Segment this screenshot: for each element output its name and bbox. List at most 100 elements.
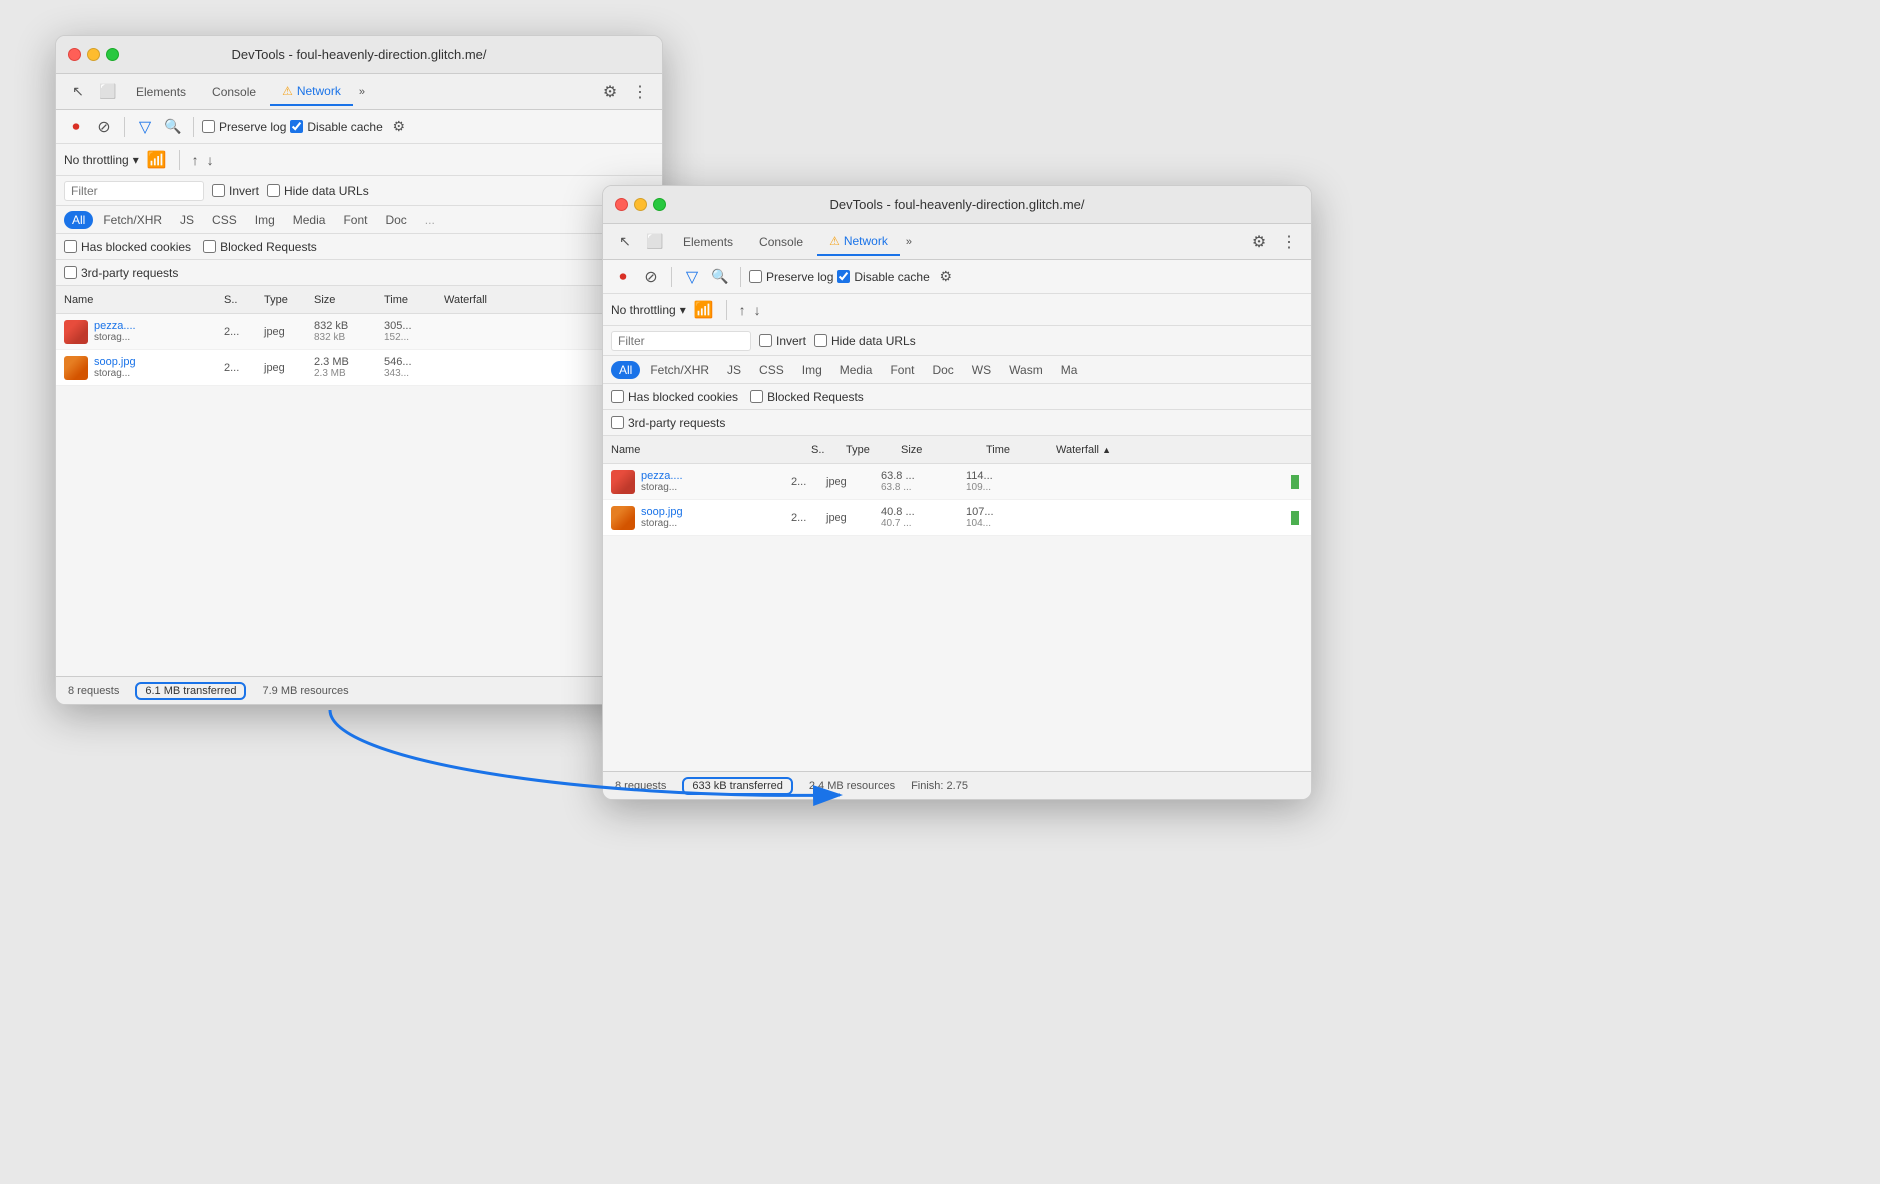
filter-tab-js-1[interactable]: JS: [172, 211, 202, 229]
close-button-1[interactable]: [68, 48, 81, 61]
settings-icon-2[interactable]: ⚙: [1245, 228, 1273, 256]
third-party-checkbox-1[interactable]: [64, 266, 77, 279]
disable-cache-label-2[interactable]: Disable cache: [837, 270, 929, 284]
minimize-button-1[interactable]: [87, 48, 100, 61]
settings-icon-1[interactable]: ⚙: [596, 78, 624, 106]
upload-icon-2[interactable]: ↑: [739, 302, 746, 318]
filter-tab-ws-2[interactable]: WS: [964, 361, 999, 379]
filter-tab-media-1[interactable]: Media: [285, 211, 334, 229]
filter-tab-all-2[interactable]: All: [611, 361, 640, 379]
filter-tab-doc-2[interactable]: Doc: [924, 361, 961, 379]
cursor-icon-2[interactable]: ↖: [611, 228, 639, 256]
blocked-cookies-checkbox-1[interactable]: [64, 240, 77, 253]
record-button-1[interactable]: ⏺: [64, 115, 88, 139]
download-icon-2[interactable]: ↓: [754, 302, 761, 318]
filter-tab-js-2[interactable]: JS: [719, 361, 749, 379]
blocked-requests-label-2[interactable]: Blocked Requests: [750, 390, 864, 404]
tab-elements-1[interactable]: Elements: [124, 78, 198, 106]
network-gear-icon-1[interactable]: ⚙: [387, 115, 411, 139]
maximize-button-1[interactable]: [106, 48, 119, 61]
upload-icon-1[interactable]: ↑: [192, 152, 199, 168]
invert-label-2[interactable]: Invert: [759, 334, 806, 348]
preserve-log-label-1[interactable]: Preserve log: [202, 120, 286, 134]
chevron-down-icon-2: ▾: [680, 303, 686, 317]
blocked-cookies-label-1[interactable]: Has blocked cookies: [64, 240, 191, 254]
throttle-select-1[interactable]: No throttling ▾: [64, 153, 139, 167]
hide-data-urls-label-2[interactable]: Hide data URLs: [814, 334, 916, 348]
filter-button-2[interactable]: ▽: [680, 265, 704, 289]
table-row-1a[interactable]: pezza.... storag... 2... jpeg 832 kB 832…: [56, 314, 662, 350]
clear-button-2[interactable]: ⊘: [639, 265, 663, 289]
download-icon-1[interactable]: ↓: [207, 152, 214, 168]
filter-tab-wasm-2[interactable]: Wasm: [1001, 361, 1051, 379]
third-party-checkbox-2[interactable]: [611, 416, 624, 429]
blocked-requests-checkbox-2[interactable]: [750, 390, 763, 403]
tab-console-2[interactable]: Console: [747, 228, 815, 256]
filter-tab-css-1[interactable]: CSS: [204, 211, 245, 229]
separator-4: [671, 267, 672, 287]
filter-tab-img-2[interactable]: Img: [794, 361, 830, 379]
hide-data-urls-label-1[interactable]: Hide data URLs: [267, 184, 369, 198]
filter-tab-ws-1[interactable]: ...: [417, 211, 443, 229]
more-options-icon-2[interactable]: ⋮: [1275, 228, 1303, 256]
search-button-2[interactable]: 🔍: [708, 265, 732, 289]
disable-cache-checkbox-2[interactable]: [837, 270, 850, 283]
preserve-log-checkbox-2[interactable]: [749, 270, 762, 283]
tab-network-2[interactable]: ⚠ Network: [817, 228, 900, 256]
third-party-label-1[interactable]: 3rd-party requests: [64, 266, 178, 280]
blocked-cookies-label-2[interactable]: Has blocked cookies: [611, 390, 738, 404]
throttle-select-2[interactable]: No throttling ▾: [611, 303, 686, 317]
tab-network-1[interactable]: ⚠ Network: [270, 78, 353, 106]
clear-button-1[interactable]: ⊘: [92, 115, 116, 139]
transferred-stat-2: 633 kB transferred: [682, 777, 793, 795]
hide-data-urls-checkbox-1[interactable]: [267, 184, 280, 197]
inspect-icon-1[interactable]: ⬜: [94, 78, 122, 106]
inspect-icon-2[interactable]: ⬜: [641, 228, 669, 256]
close-button-2[interactable]: [615, 198, 628, 211]
filter-tab-font-2[interactable]: Font: [882, 361, 922, 379]
cursor-icon-1[interactable]: ↖: [64, 78, 92, 106]
filter-input-2[interactable]: [611, 331, 751, 351]
filter-tab-doc-1[interactable]: Doc: [377, 211, 414, 229]
row-size-2b: 40.8 ... 40.7 ...: [881, 506, 966, 529]
more-tabs-2[interactable]: »: [902, 236, 916, 248]
filter-tab-fetch-2[interactable]: Fetch/XHR: [642, 361, 717, 379]
record-button-2[interactable]: ⏺: [611, 265, 635, 289]
col-header-status-2: S..: [811, 444, 846, 456]
table-row-1b[interactable]: soop.jpg storag... 2... jpeg 2.3 MB 2.3 …: [56, 350, 662, 386]
row-time-1b: 546... 343...: [384, 356, 444, 379]
hide-data-urls-checkbox-2[interactable]: [814, 334, 827, 347]
filter-input-1[interactable]: [64, 181, 204, 201]
col-header-size-1: Size: [314, 294, 384, 306]
table-row-2b[interactable]: soop.jpg storag... 2... jpeg 40.8 ... 40…: [603, 500, 1311, 536]
disable-cache-checkbox-1[interactable]: [290, 120, 303, 133]
maximize-button-2[interactable]: [653, 198, 666, 211]
blocked-cookies-checkbox-2[interactable]: [611, 390, 624, 403]
blocked-requests-label-1[interactable]: Blocked Requests: [203, 240, 317, 254]
preserve-log-checkbox-1[interactable]: [202, 120, 215, 133]
more-options-icon-1[interactable]: ⋮: [626, 78, 654, 106]
search-button-1[interactable]: 🔍: [161, 115, 185, 139]
invert-checkbox-1[interactable]: [212, 184, 225, 197]
filter-tab-fetch-1[interactable]: Fetch/XHR: [95, 211, 170, 229]
filter-tab-img-1[interactable]: Img: [247, 211, 283, 229]
third-party-label-2[interactable]: 3rd-party requests: [611, 416, 725, 430]
invert-checkbox-2[interactable]: [759, 334, 772, 347]
tab-elements-2[interactable]: Elements: [671, 228, 745, 256]
invert-label-1[interactable]: Invert: [212, 184, 259, 198]
preserve-log-label-2[interactable]: Preserve log: [749, 270, 833, 284]
more-tabs-1[interactable]: »: [355, 86, 369, 98]
filter-tab-media-2[interactable]: Media: [832, 361, 881, 379]
network-gear-icon-2[interactable]: ⚙: [934, 265, 958, 289]
filter-tab-css-2[interactable]: CSS: [751, 361, 792, 379]
blocked-requests-checkbox-1[interactable]: [203, 240, 216, 253]
filter-tab-font-1[interactable]: Font: [335, 211, 375, 229]
minimize-button-2[interactable]: [634, 198, 647, 211]
row-size-1b: 2.3 MB 2.3 MB: [314, 356, 384, 379]
tab-console-1[interactable]: Console: [200, 78, 268, 106]
disable-cache-label-1[interactable]: Disable cache: [290, 120, 382, 134]
filter-tab-ma-2[interactable]: Ma: [1053, 361, 1086, 379]
table-row-2a[interactable]: pezza.... storag... 2... jpeg 63.8 ... 6…: [603, 464, 1311, 500]
filter-tab-all-1[interactable]: All: [64, 211, 93, 229]
filter-button-1[interactable]: ▽: [133, 115, 157, 139]
